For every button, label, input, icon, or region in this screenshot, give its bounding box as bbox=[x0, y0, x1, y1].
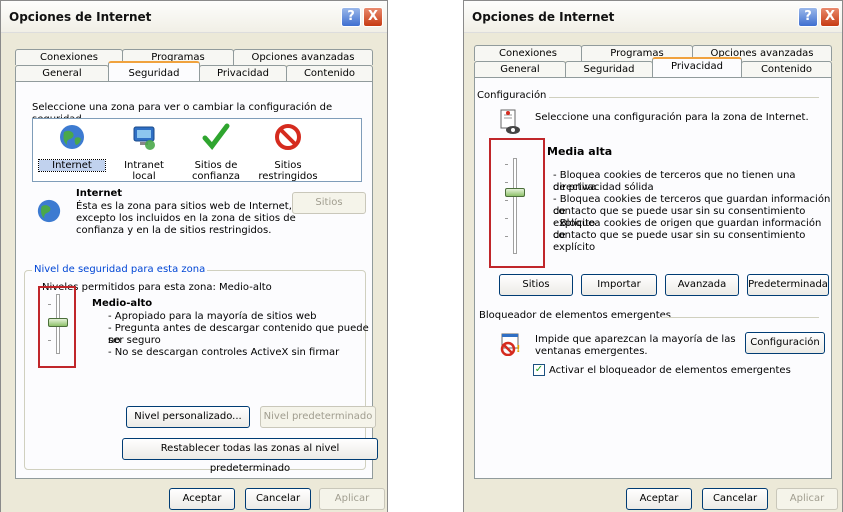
sites-button[interactable]: Sitios bbox=[292, 192, 366, 214]
popup-checkbox-label[interactable]: Activar el bloqueador de elementos emerg… bbox=[549, 365, 791, 377]
tab-contenido[interactable]: Contenido bbox=[741, 61, 832, 77]
default-level-button[interactable]: Nivel predeterminado bbox=[260, 406, 376, 428]
window-title: Opciones de Internet bbox=[9, 10, 152, 24]
tab-privacidad[interactable]: Privacidad bbox=[652, 57, 742, 77]
level-desc-4: - No se descargan controles ActiveX sin … bbox=[108, 347, 340, 358]
level-desc-2: de privacidad sólida bbox=[553, 182, 654, 193]
divider bbox=[549, 97, 819, 98]
level-desc-3: ser seguro bbox=[108, 335, 161, 346]
level-desc-6: contacto que se puede usar sin su consen… bbox=[553, 230, 806, 253]
level-name: Media alta bbox=[547, 145, 613, 158]
apply-button[interactable]: Aplicar bbox=[319, 488, 385, 510]
tab-conexiones[interactable]: Conexiones bbox=[15, 49, 123, 65]
title-bar: Opciones de Internet ? X bbox=[1, 1, 387, 33]
tab-general[interactable]: General bbox=[15, 65, 109, 81]
tab-general[interactable]: General bbox=[474, 61, 566, 77]
globe-icon bbox=[37, 199, 61, 223]
advanced-button[interactable]: Avanzada bbox=[665, 274, 739, 296]
tab-contenido[interactable]: Contenido bbox=[286, 65, 373, 81]
zone-heading: Internet bbox=[76, 188, 123, 199]
globe-icon bbox=[60, 125, 84, 149]
zone-restricted[interactable]: Sitios restringidos bbox=[255, 123, 321, 182]
zone-label-2: restringidos bbox=[258, 171, 318, 182]
custom-level-button[interactable]: Nivel personalizado... bbox=[126, 406, 250, 428]
zone-label: Internet bbox=[38, 159, 106, 172]
tab-opciones-avanzadas[interactable]: Opciones avanzadas bbox=[233, 49, 373, 65]
privacy-document-icon bbox=[500, 109, 520, 134]
allowed-levels-text: Niveles permitidos para esta zona: Medio… bbox=[42, 282, 272, 293]
computer-icon bbox=[133, 126, 155, 150]
security-panel: Seleccione una zona para ver o cambiar l… bbox=[15, 81, 378, 479]
close-button[interactable]: X bbox=[820, 7, 840, 27]
config-intro: Seleccione una configuración para la zon… bbox=[535, 112, 809, 123]
sites-button[interactable]: Sitios bbox=[499, 274, 573, 296]
internet-options-dialog-privacy: Opciones de Internet ? X Conexiones Prog… bbox=[463, 0, 843, 512]
help-button[interactable]: ? bbox=[341, 7, 361, 27]
tab-seguridad[interactable]: Seguridad bbox=[108, 61, 200, 81]
tab-seguridad[interactable]: Seguridad bbox=[565, 61, 653, 77]
tab-conexiones[interactable]: Conexiones bbox=[474, 45, 582, 61]
security-level-group-label: Nivel de seguridad para esta zona bbox=[32, 264, 208, 275]
default-button[interactable]: Predeterminada bbox=[747, 274, 829, 296]
zone-internet[interactable]: Internet bbox=[38, 123, 106, 172]
popup-blocker-icon: ! bbox=[500, 333, 521, 356]
popup-blocker-label: Bloqueador de elementos emergentes bbox=[477, 310, 674, 321]
popup-settings-button[interactable]: Configuración bbox=[745, 332, 825, 354]
highlight-box bbox=[38, 286, 76, 368]
import-button[interactable]: Importar bbox=[581, 274, 657, 296]
config-label: Configuración bbox=[475, 90, 549, 101]
popup-desc-2: ventanas emergentes. bbox=[535, 346, 648, 357]
cancel-button[interactable]: Cancelar bbox=[245, 488, 311, 510]
zone-intranet[interactable]: Intranet local bbox=[111, 123, 177, 182]
prohibited-icon bbox=[275, 124, 301, 150]
tab-privacidad[interactable]: Privacidad bbox=[199, 65, 287, 81]
divider bbox=[661, 317, 819, 318]
zone-label: Sitios bbox=[274, 160, 302, 171]
ok-button[interactable]: Aceptar bbox=[169, 488, 235, 510]
help-button[interactable]: ? bbox=[798, 7, 818, 27]
checkmark-icon bbox=[202, 123, 230, 150]
reset-all-zones-button[interactable]: Restablecer todas las zonas al nivel pre… bbox=[122, 438, 378, 474]
internet-options-dialog-security: Opciones de Internet ? X Conexiones Prog… bbox=[0, 0, 388, 512]
zone-label: Sitios de bbox=[194, 160, 238, 171]
level-desc-1: - Apropiado para la mayoría de sitios we… bbox=[108, 311, 317, 322]
title-bar: Opciones de Internet ? X bbox=[464, 1, 842, 33]
zone-desc-2: excepto los incluidos en la zona de siti… bbox=[76, 213, 296, 224]
window-title: Opciones de Internet bbox=[472, 10, 615, 24]
zone-label-2: confianza bbox=[191, 171, 241, 182]
privacy-panel: Configuración Seleccione una configuraci… bbox=[474, 77, 832, 479]
cancel-button[interactable]: Cancelar bbox=[702, 488, 768, 510]
popup-desc-1: Impide que aparezcan la mayoría de las bbox=[535, 334, 736, 345]
apply-button[interactable]: Aplicar bbox=[776, 488, 838, 510]
zone-desc-3: confianza y en la de sitios restringidos… bbox=[76, 225, 272, 236]
highlight-box bbox=[489, 138, 545, 268]
level-name: Medio-alto bbox=[92, 298, 153, 309]
zone-desc-1: Ésta es la zona para sitios web de Inter… bbox=[76, 201, 292, 212]
svg-text:!: ! bbox=[516, 344, 521, 355]
ok-button[interactable]: Aceptar bbox=[626, 488, 692, 510]
zone-list: Internet Intranet local Sitios de confia… bbox=[32, 118, 362, 182]
zone-label: Intranet local bbox=[124, 160, 164, 182]
zone-trusted[interactable]: Sitios de confianza bbox=[183, 123, 249, 182]
close-button[interactable]: X bbox=[363, 7, 383, 27]
popup-blocker-checkbox[interactable]: ✓ bbox=[533, 364, 545, 376]
